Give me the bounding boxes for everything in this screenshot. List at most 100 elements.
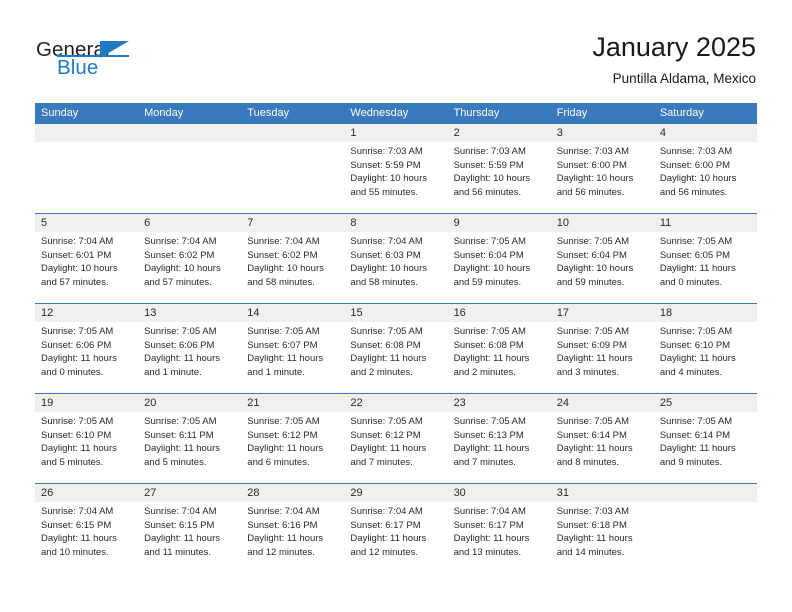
- day-cell: Sunrise: 7:05 AM Sunset: 6:10 PM Dayligh…: [654, 322, 757, 393]
- week-detail-row: Sunrise: 7:03 AM Sunset: 5:59 PM Dayligh…: [35, 142, 757, 213]
- day-cell: [138, 142, 241, 213]
- day-cell: Sunrise: 7:05 AM Sunset: 6:14 PM Dayligh…: [551, 412, 654, 483]
- daylight-text-line1: Daylight: 10 hours: [144, 263, 221, 274]
- sunset-text: Sunset: 6:07 PM: [247, 339, 318, 351]
- sunset-text: Sunset: 6:00 PM: [556, 159, 627, 171]
- daylight-text-line2: and 1 minute.: [144, 366, 202, 378]
- sunset-text: Sunset: 6:08 PM: [453, 339, 524, 351]
- sunset-text: Sunset: 6:14 PM: [556, 429, 627, 441]
- day-number: 2: [453, 127, 460, 139]
- page-title: January 2025: [592, 32, 756, 62]
- daylight-text-line2: and 7 minutes.: [453, 456, 516, 468]
- sunset-text: Sunset: 6:13 PM: [453, 429, 524, 441]
- daylight-text-line1: Daylight: 11 hours: [659, 443, 736, 454]
- weekday-header-tuesday: Tuesday: [247, 107, 290, 119]
- sunrise-text: Sunrise: 7:05 AM: [41, 416, 114, 427]
- daylight-text-line1: Daylight: 11 hours: [659, 263, 736, 274]
- day-number: 7: [247, 217, 254, 229]
- sunrise-text: Sunrise: 7:05 AM: [41, 326, 114, 337]
- daylight-text-line1: Daylight: 11 hours: [453, 443, 530, 454]
- sunset-text: Sunset: 6:06 PM: [41, 339, 112, 351]
- daylight-text-line2: and 10 minutes.: [41, 546, 109, 558]
- day-number: 11: [659, 217, 672, 229]
- sunrise-text: Sunrise: 7:05 AM: [659, 326, 733, 337]
- day-number: 20: [144, 397, 157, 409]
- sunrise-text: Sunrise: 7:05 AM: [659, 416, 733, 427]
- weekday-header-saturday: Saturday: [659, 107, 704, 119]
- day-number: [138, 124, 241, 142]
- sunset-text: Sunset: 6:08 PM: [350, 339, 421, 351]
- daylight-text-line2: and 0 minutes.: [659, 276, 723, 288]
- daylight-text-line2: and 12 minutes.: [247, 546, 315, 558]
- sunrise-text: Sunrise: 7:03 AM: [659, 146, 733, 157]
- day-number: 6: [144, 217, 151, 229]
- day-number: 14: [247, 307, 260, 319]
- sunrise-text: Sunrise: 7:04 AM: [247, 236, 320, 247]
- daylight-text-line1: Daylight: 11 hours: [41, 533, 117, 544]
- day-cell: Sunrise: 7:04 AM Sunset: 6:01 PM Dayligh…: [35, 232, 138, 303]
- day-number: 21: [247, 397, 260, 409]
- day-number: 19: [41, 397, 54, 409]
- day-number: 5: [41, 217, 48, 229]
- day-cell: Sunrise: 7:05 AM Sunset: 6:10 PM Dayligh…: [35, 412, 138, 483]
- sunrise-text: Sunrise: 7:04 AM: [247, 506, 320, 517]
- daylight-text-line2: and 56 minutes.: [453, 186, 522, 198]
- sunset-text: Sunset: 6:17 PM: [350, 519, 421, 531]
- sunset-text: Sunset: 6:04 PM: [556, 249, 627, 261]
- daylight-text-line2: and 57 minutes.: [41, 276, 109, 288]
- daylight-text-line1: Daylight: 11 hours: [247, 353, 324, 364]
- daylight-text-line1: Daylight: 11 hours: [556, 353, 633, 364]
- daylight-text-line1: Daylight: 10 hours: [41, 263, 118, 274]
- week-detail-row: Sunrise: 7:04 AM Sunset: 6:01 PM Dayligh…: [35, 232, 757, 303]
- daylight-text-line2: and 57 minutes.: [144, 276, 212, 288]
- sunrise-text: Sunrise: 7:05 AM: [350, 416, 423, 427]
- day-cell: Sunrise: 7:04 AM Sunset: 6:02 PM Dayligh…: [138, 232, 241, 303]
- daylight-text-line1: Daylight: 10 hours: [453, 263, 531, 274]
- day-cell: Sunrise: 7:05 AM Sunset: 6:11 PM Dayligh…: [138, 412, 241, 483]
- weekday-header-thursday: Thursday: [453, 107, 500, 119]
- day-cell: Sunrise: 7:04 AM Sunset: 6:15 PM Dayligh…: [138, 502, 241, 573]
- weekday-header-wednesday: Wednesday: [350, 107, 409, 119]
- week-detail-row: Sunrise: 7:05 AM Sunset: 6:10 PM Dayligh…: [35, 412, 757, 483]
- sunrise-text: Sunrise: 7:05 AM: [556, 416, 630, 427]
- day-cell: [654, 502, 757, 573]
- sunset-text: Sunset: 6:10 PM: [41, 429, 112, 441]
- day-number: 4: [659, 127, 666, 139]
- daylight-text-line2: and 1 minute.: [247, 366, 305, 378]
- daylight-text-line1: Daylight: 11 hours: [556, 443, 633, 454]
- day-number: [241, 124, 344, 142]
- sunrise-text: Sunrise: 7:05 AM: [453, 236, 526, 247]
- day-cell: Sunrise: 7:05 AM Sunset: 6:06 PM Dayligh…: [35, 322, 138, 393]
- daylight-text-line1: Daylight: 10 hours: [556, 173, 634, 184]
- day-cell: Sunrise: 7:05 AM Sunset: 6:05 PM Dayligh…: [654, 232, 757, 303]
- day-number: 28: [247, 487, 260, 499]
- general-blue-logo: General Blue: [36, 38, 166, 84]
- day-number: 15: [350, 307, 363, 319]
- day-cell: Sunrise: 7:04 AM Sunset: 6:17 PM Dayligh…: [344, 502, 447, 573]
- daylight-text-line1: Daylight: 11 hours: [659, 353, 736, 364]
- weekday-header-monday: Monday: [144, 107, 184, 119]
- day-number: 29: [350, 487, 363, 499]
- sunrise-text: Sunrise: 7:05 AM: [247, 416, 320, 427]
- daylight-text-line1: Daylight: 11 hours: [556, 533, 633, 544]
- day-number: 3: [556, 127, 563, 139]
- daylight-text-line2: and 59 minutes.: [453, 276, 522, 288]
- day-cell: Sunrise: 7:03 AM Sunset: 6:18 PM Dayligh…: [551, 502, 654, 573]
- weekday-header-friday: Friday: [556, 107, 588, 119]
- daylight-text-line2: and 58 minutes.: [350, 276, 419, 288]
- daylight-text-line2: and 0 minutes.: [41, 366, 104, 378]
- day-number: 26: [41, 487, 54, 499]
- sunrise-text: Sunrise: 7:04 AM: [144, 506, 217, 517]
- daylight-text-line1: Daylight: 10 hours: [247, 263, 324, 274]
- day-number: [35, 124, 138, 142]
- sunset-text: Sunset: 6:16 PM: [247, 519, 318, 531]
- day-cell: Sunrise: 7:03 AM Sunset: 6:00 PM Dayligh…: [551, 142, 654, 213]
- day-cell: Sunrise: 7:04 AM Sunset: 6:17 PM Dayligh…: [448, 502, 551, 573]
- day-cell: Sunrise: 7:03 AM Sunset: 5:59 PM Dayligh…: [344, 142, 447, 213]
- week-date-band: 12 13 14 15 16 17 18: [35, 304, 757, 322]
- day-cell: [35, 142, 138, 213]
- sunset-text: Sunset: 6:04 PM: [453, 249, 524, 261]
- day-number: 10: [556, 217, 569, 229]
- week-detail-row: Sunrise: 7:04 AM Sunset: 6:15 PM Dayligh…: [35, 502, 757, 573]
- sunset-text: Sunset: 6:12 PM: [350, 429, 421, 441]
